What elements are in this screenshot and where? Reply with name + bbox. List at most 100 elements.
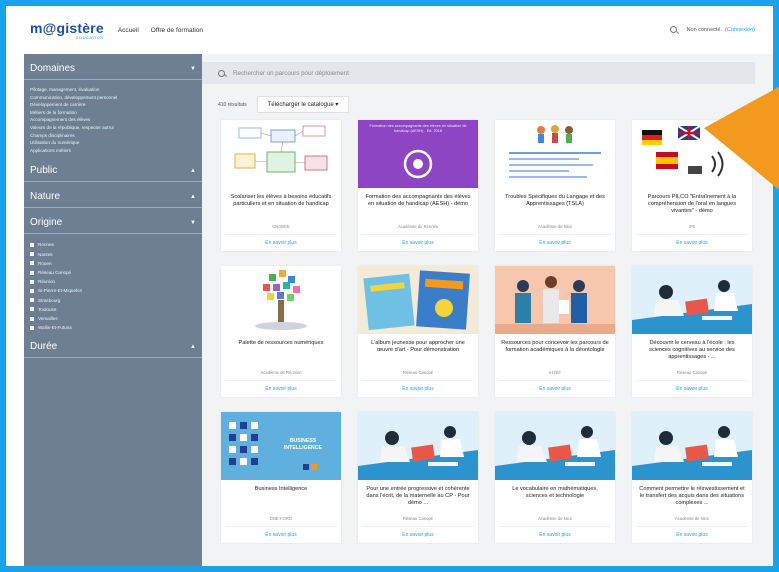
download-catalogue-button[interactable]: Télécharger le catalogue ▾ — [256, 96, 350, 113]
checkbox[interactable] — [30, 242, 34, 247]
course-card[interactable]: BUSINESS INTELLIGENCE Business Intelligen… — [221, 412, 341, 543]
course-thumbnail[interactable] — [358, 412, 478, 480]
course-title[interactable]: Le vocabulaire en mathématiques, science… — [495, 480, 615, 516]
search-placeholder: Rechercher un parcours pour déploiement — [233, 69, 349, 77]
course-thumbnail[interactable]: Formation des accompagnants des élèves e… — [358, 120, 478, 188]
course-card[interactable]: Ressources pour concevoir les parcours d… — [495, 266, 615, 397]
origine-item[interactable]: Rouen — [30, 259, 196, 268]
course-title[interactable]: Business Intelligence — [221, 480, 341, 516]
course-title[interactable]: Palette de ressources numériques — [221, 334, 341, 370]
thumb-caption: Formation des accompagnants des élèves e… — [369, 124, 467, 133]
course-thumbnail[interactable] — [358, 266, 478, 334]
learn-more-link[interactable]: En savoir plus — [358, 381, 478, 392]
site-logo[interactable]: m@gistère EDUCATION — [30, 21, 104, 40]
origine-item[interactable]: Wallis-Et-Futuna — [30, 323, 196, 332]
course-title[interactable]: Pour une entrée progressive et cohérente… — [358, 480, 478, 516]
domaine-item[interactable]: Utilisation du numérique — [30, 139, 196, 147]
search-input[interactable]: Rechercher un parcours pour déploiement — [202, 62, 755, 84]
login-status: Non connecté. — [686, 26, 723, 33]
learn-more-link[interactable]: En savoir plus — [632, 527, 752, 538]
filter-duree-header[interactable]: Durée ▲ — [24, 336, 202, 359]
learn-more-link[interactable]: En savoir plus — [221, 235, 341, 246]
learn-more-link[interactable]: En savoir plus — [632, 235, 752, 246]
course-card[interactable]: Palette de ressources numériques Académie… — [221, 266, 341, 397]
learn-more-link[interactable]: En savoir plus — [221, 527, 341, 538]
course-title[interactable]: Scolariser les élèves à besoins éducatif… — [221, 188, 341, 224]
login-link[interactable]: (Connexion) — [725, 27, 755, 33]
course-card[interactable]: Troubles Spécifiques du Langage et des A… — [495, 120, 615, 251]
checkbox[interactable] — [30, 298, 34, 303]
origine-label: Strasbourg — [38, 297, 61, 303]
domaine-item[interactable]: Champs disciplinaires — [30, 132, 196, 140]
course-title[interactable]: L'album jeunesse pour approcher une œuvr… — [358, 334, 478, 370]
course-thumbnail[interactable] — [495, 120, 615, 188]
domaine-item[interactable]: Communication, développement personnel — [30, 94, 196, 102]
course-title[interactable]: Troubles Spécifiques du Langage et des A… — [495, 188, 615, 224]
course-card[interactable]: Scolariser les élèves à besoins éducatif… — [221, 120, 341, 251]
header-right: Non connecté. (Connexion) — [669, 26, 755, 33]
nav-offre-formation[interactable]: Offre de formation — [151, 27, 203, 34]
course-card[interactable]: Formation des accompagnants des élèves e… — [358, 120, 478, 251]
logo-subtitle: EDUCATION — [76, 34, 104, 40]
learn-more-link[interactable]: En savoir plus — [495, 381, 615, 392]
checkbox[interactable] — [30, 270, 34, 275]
course-origin: Académie de Rennes — [397, 224, 439, 229]
origine-label: Toulouse — [38, 306, 57, 312]
checkbox[interactable] — [30, 307, 34, 312]
origine-item[interactable]: Rennes — [30, 240, 196, 249]
learn-more-link[interactable]: En savoir plus — [221, 381, 341, 392]
nav-accueil[interactable]: Accueil — [118, 27, 139, 34]
course-thumbnail[interactable] — [221, 266, 341, 334]
course-card[interactable]: L'album jeunesse pour approcher une œuvr… — [358, 266, 478, 397]
course-thumbnail[interactable] — [632, 412, 752, 480]
domaine-item[interactable]: Valeurs de la république, respecter autr… — [30, 124, 196, 132]
search-icon[interactable] — [669, 26, 677, 33]
origine-item[interactable]: Réseau Canopé — [30, 268, 196, 277]
course-card[interactable]: Découvrir le cerveau à l'école : les sci… — [632, 266, 752, 397]
checkbox[interactable] — [30, 279, 34, 284]
origine-label: Rouen — [38, 260, 52, 266]
course-title[interactable]: Formation des accompagnants des élèves e… — [358, 188, 478, 224]
filter-origine-header[interactable]: Origine ▼ — [24, 212, 202, 235]
catalogue-main: Rechercher un parcours pour déploiement … — [202, 54, 773, 566]
learn-more-link[interactable]: En savoir plus — [632, 381, 752, 392]
domaine-item[interactable]: Accompagnement des élèves — [30, 116, 196, 124]
origine-item[interactable]: St-Pierre-Et-Miquelon — [30, 286, 196, 295]
domaine-item[interactable]: Développement de carrière — [30, 101, 196, 109]
checkbox[interactable] — [30, 316, 34, 321]
course-title[interactable]: Comment permettre le réinvestissement et… — [632, 480, 752, 516]
filter-nature-header[interactable]: Nature ▲ — [24, 186, 202, 209]
filter-domaines-header[interactable]: Domaines ▼ — [24, 58, 202, 80]
course-thumbnail[interactable] — [221, 120, 341, 188]
checkbox[interactable] — [30, 325, 34, 330]
course-title[interactable]: Découvrir le cerveau à l'école : les sci… — [632, 334, 752, 370]
course-origin: Académie de Nice — [538, 224, 572, 229]
course-origin: IH2EF — [549, 370, 561, 375]
learn-more-link[interactable]: En savoir plus — [358, 527, 478, 538]
domaine-item[interactable]: Applications métiers — [30, 147, 196, 155]
course-thumbnail[interactable] — [495, 412, 615, 480]
results-bar: 410 résultats Télécharger le catalogue ▾ — [218, 96, 350, 113]
origine-item[interactable]: Versailles — [30, 314, 196, 323]
checkbox[interactable] — [30, 261, 34, 266]
origine-item[interactable]: Strasbourg — [30, 296, 196, 305]
filter-public-header[interactable]: Public ▲ — [24, 160, 202, 183]
learn-more-link[interactable]: En savoir plus — [495, 235, 615, 246]
learn-more-link[interactable]: En savoir plus — [495, 527, 615, 538]
course-card[interactable]: Comment permettre le réinvestissement et… — [632, 412, 752, 543]
course-card[interactable]: Pour une entrée progressive et cohérente… — [358, 412, 478, 543]
course-thumbnail[interactable]: BUSINESS INTELLIGENCE — [221, 412, 341, 480]
domaine-item[interactable]: Métiers de la formation — [30, 109, 196, 117]
chevron-down-icon: ▼ — [190, 65, 196, 72]
course-card[interactable]: Le vocabulaire en mathématiques, science… — [495, 412, 615, 543]
origine-item[interactable]: Réunion — [30, 277, 196, 286]
learn-more-link[interactable]: En savoir plus — [358, 235, 478, 246]
checkbox[interactable] — [30, 252, 34, 257]
course-thumbnail[interactable] — [495, 266, 615, 334]
origine-item[interactable]: Nantes — [30, 250, 196, 259]
course-thumbnail[interactable] — [632, 266, 752, 334]
domaine-item[interactable]: Pilotage, management, évaluation — [30, 86, 196, 94]
origine-item[interactable]: Toulouse — [30, 305, 196, 314]
checkbox[interactable] — [30, 288, 34, 293]
course-title[interactable]: Ressources pour concevoir les parcours d… — [495, 334, 615, 370]
